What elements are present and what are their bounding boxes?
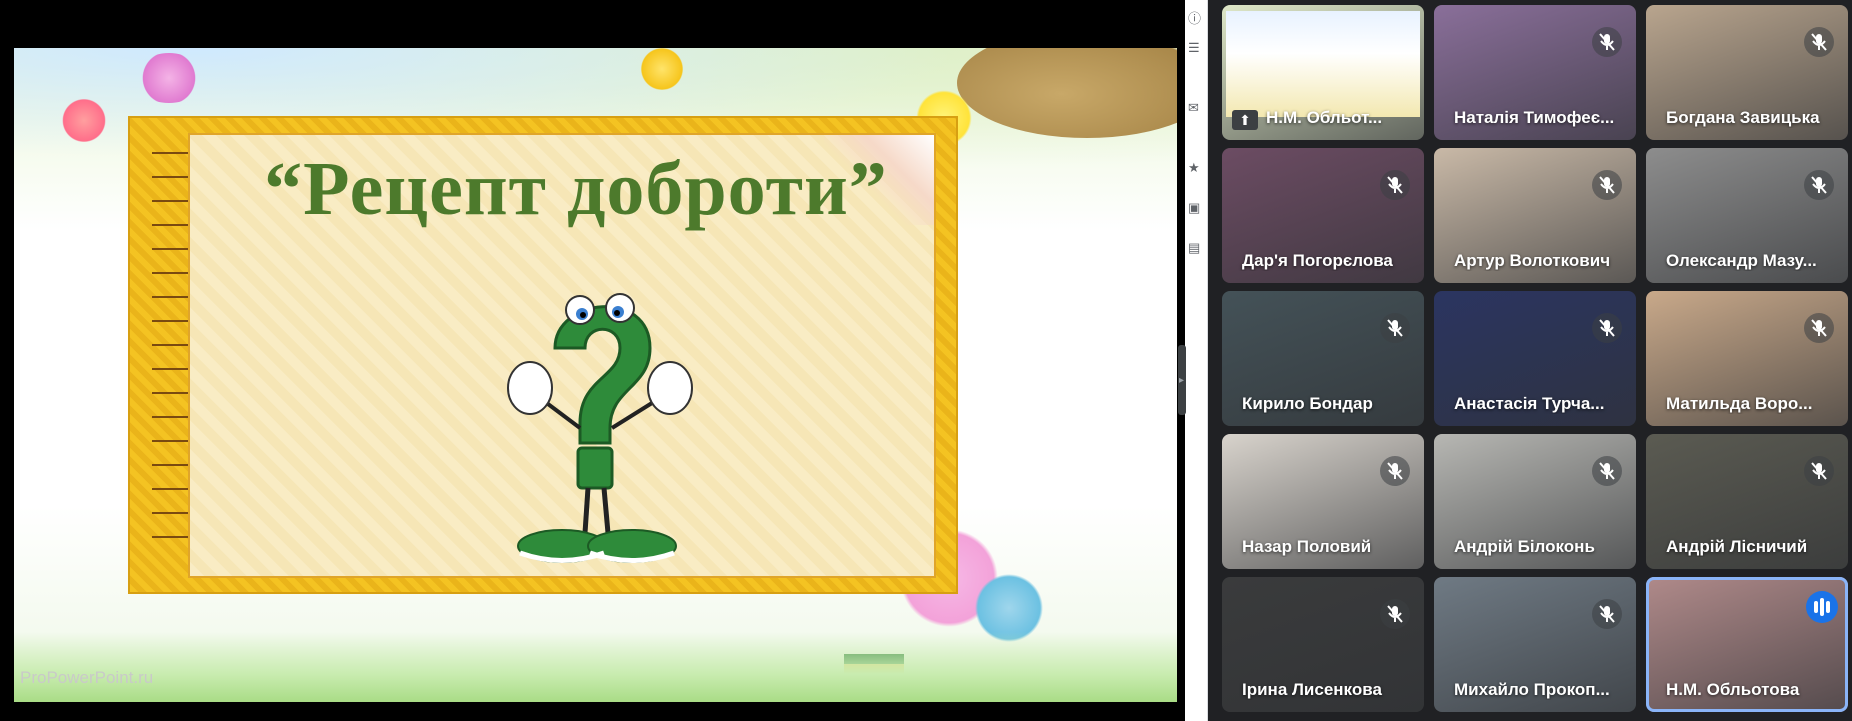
participant-tile[interactable]: Анастасія Турча... xyxy=(1434,291,1636,426)
butterfly-decoration-2 xyxy=(632,48,692,90)
participant-name: Олександр Мазу... xyxy=(1666,251,1817,270)
participant-name: Матильда Воро... xyxy=(1666,394,1813,413)
recipe-board: “Рецепт доброти” xyxy=(128,116,958,594)
participant-name: Назар Половий xyxy=(1242,537,1372,556)
participant-name: Ірина Лисенкова xyxy=(1242,680,1382,699)
mic-off-icon xyxy=(1804,313,1834,343)
people-icon[interactable]: ☰ xyxy=(1188,40,1204,56)
question-mark-mascot xyxy=(500,278,700,568)
participant-name: Н.М. Обльотова xyxy=(1666,680,1800,699)
flower-decoration xyxy=(134,53,204,103)
presentation-slide: ProPowerPoint.ru “Рецепт доброти” xyxy=(14,48,1177,702)
watermark-text: ProPowerPoint.ru xyxy=(20,668,154,687)
mic-off-icon xyxy=(1804,170,1834,200)
participant-tile[interactable]: Матильда Воро... xyxy=(1646,291,1848,426)
mic-off-icon xyxy=(1380,313,1410,343)
mic-off-icon xyxy=(1804,456,1834,486)
participant-tile[interactable]: Дар'я Погорєлова xyxy=(1222,148,1424,283)
side-toolbar: ⓘ ☰ ✉ ★ ▣ ▤ xyxy=(1185,0,1208,721)
whiteboard-icon[interactable]: ▣ xyxy=(1188,200,1204,216)
presentation-thumbnail xyxy=(1226,11,1420,117)
shared-screen-area: ProPowerPoint.ru “Рецепт доброти” xyxy=(0,0,1185,721)
mic-off-icon xyxy=(1380,456,1410,486)
participant-name: Кирило Бондар xyxy=(1242,394,1373,413)
chat-icon[interactable]: ✉ xyxy=(1188,100,1204,116)
participant-tile[interactable]: Андрій Лісничий xyxy=(1646,434,1848,569)
participant-name: Наталія Тимофеє... xyxy=(1454,108,1615,127)
mic-off-icon xyxy=(1804,27,1834,57)
participant-tile[interactable]: Артур Волоткович xyxy=(1434,148,1636,283)
mic-off-icon xyxy=(1380,599,1410,629)
mic-off-icon xyxy=(1592,170,1622,200)
participant-name: Богдана Завицька xyxy=(1666,108,1820,127)
participant-tile[interactable]: Ірина Лисенкова xyxy=(1222,577,1424,712)
lock-icon[interactable]: ▤ xyxy=(1188,240,1204,256)
participant-tile[interactable]: Н.М. Обльотова xyxy=(1646,577,1848,712)
butterfly-decoration xyxy=(54,98,114,143)
participant-name: Андрій Лісничий xyxy=(1666,537,1808,556)
participant-tile[interactable]: Михайло Прокоп... xyxy=(1434,577,1636,712)
mic-off-icon xyxy=(1380,170,1410,200)
mic-off-icon xyxy=(1592,27,1622,57)
participant-name: Андрій Білоконь xyxy=(1454,537,1595,556)
mic-off-icon xyxy=(1592,599,1622,629)
activities-icon[interactable]: ★ xyxy=(1188,160,1204,176)
mic-off-icon xyxy=(1592,456,1622,486)
participant-name: Анастасія Турча... xyxy=(1454,394,1605,413)
participant-name: Михайло Прокоп... xyxy=(1454,680,1610,699)
participant-name: Дар'я Погорєлова xyxy=(1242,251,1393,270)
participant-tile[interactable]: Назар Половий xyxy=(1222,434,1424,569)
chevron-right-icon: ▸ xyxy=(1179,375,1185,386)
participant-grid: ⬆ Н.М. Обльот... Наталія Тимофеє... Богдана… xyxy=(1222,5,1852,721)
audio-level-icon xyxy=(1806,591,1838,623)
participant-tile[interactable]: Олександр Мазу... xyxy=(1646,148,1848,283)
collapse-handle[interactable]: ▸ xyxy=(1178,345,1186,415)
participant-tile[interactable]: Кирило Бондар xyxy=(1222,291,1424,426)
participant-name: Н.М. Обльот... xyxy=(1266,108,1383,127)
mic-off-icon xyxy=(1592,313,1622,343)
slide-title: “Рецепт доброти” xyxy=(264,147,888,231)
participant-tile[interactable]: Андрій Білоконь xyxy=(1434,434,1636,569)
participant-name: Артур Волоткович xyxy=(1454,251,1611,270)
grass-decoration xyxy=(14,632,1177,702)
participant-tile[interactable]: ⬆ Н.М. Обльот... xyxy=(1222,5,1424,140)
participant-tile[interactable]: Богдана Завицька xyxy=(1646,5,1848,140)
participant-tile[interactable]: Наталія Тимофеє... xyxy=(1434,5,1636,140)
info-icon[interactable]: ⓘ xyxy=(1188,8,1204,26)
